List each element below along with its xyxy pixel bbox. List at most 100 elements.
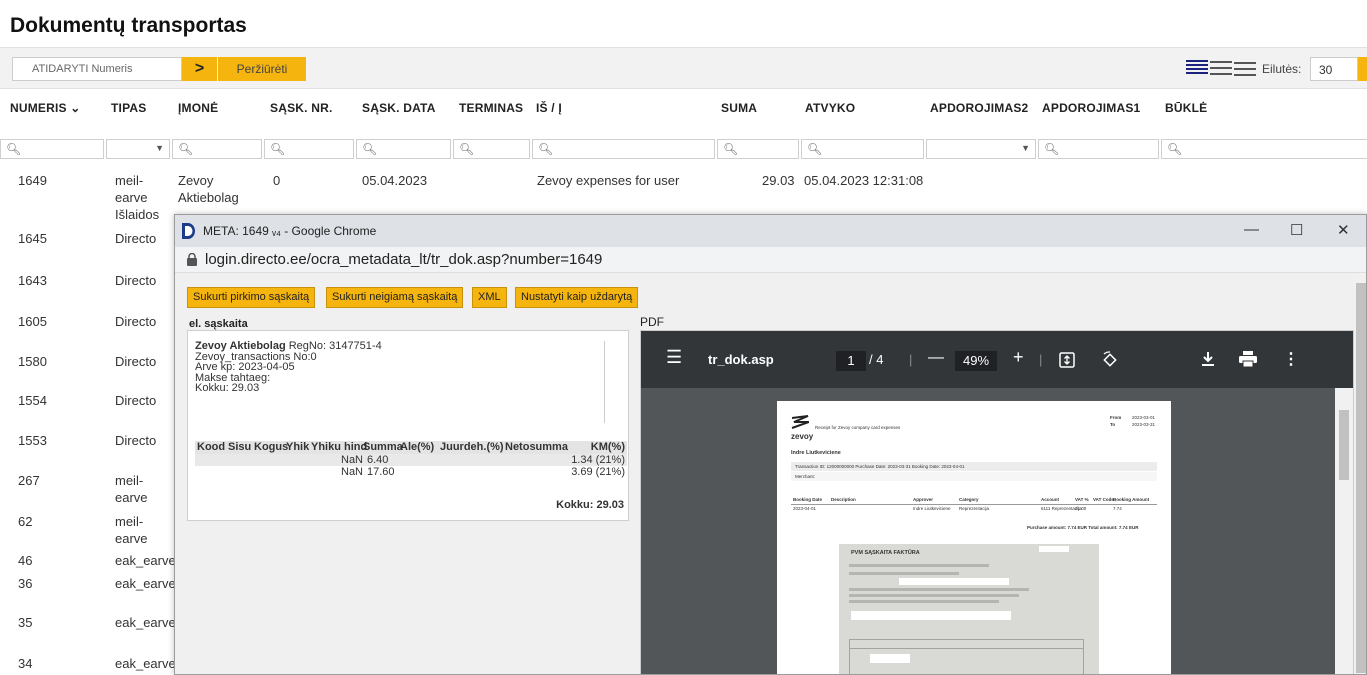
- popup-scrollbar[interactable]: [1354, 273, 1366, 674]
- cell-tipas: meil-: [115, 514, 144, 529]
- receipt-photo: PVM SĄSKAITA FAKTŪRA: [839, 544, 1099, 674]
- cell-numeris[interactable]: 267: [18, 472, 40, 489]
- cell-numeris[interactable]: 62: [18, 513, 32, 530]
- search-icon: 🔍︎: [807, 142, 823, 156]
- filter-terminas[interactable]: 🔍︎: [453, 139, 530, 159]
- filter-is-i[interactable]: 🔍︎: [532, 139, 715, 159]
- column-header-imone[interactable]: ĮMONĖ: [178, 101, 218, 115]
- items-col-summa: Summa: [363, 441, 403, 453]
- zoom-in-icon[interactable]: +: [1013, 347, 1024, 368]
- rows-apply-button[interactable]: [1358, 57, 1367, 81]
- filter-atvyko[interactable]: 🔍︎: [801, 139, 924, 159]
- page-total: / 4: [869, 352, 884, 367]
- items-col-sisu: Sisu: [228, 441, 252, 453]
- page-number-input[interactable]: 1: [836, 351, 866, 371]
- popup-content: Sukurti pirkimo sąskaitą Sukurti neigiam…: [175, 273, 1366, 674]
- fit-page-icon[interactable]: [1059, 352, 1075, 368]
- cell-numeris[interactable]: 1649: [18, 172, 47, 189]
- cell-numeris[interactable]: 1605: [18, 313, 47, 330]
- print-icon[interactable]: [1239, 351, 1257, 367]
- number-input[interactable]: ATIDARYTI Numeris: [12, 57, 182, 81]
- pdf-scrollbar-thumb[interactable]: [1339, 410, 1349, 480]
- pdf-merchant-label: Merchant:: [795, 474, 816, 479]
- pdf-td-category: Reprezentacija: [959, 506, 990, 511]
- column-header-terminas[interactable]: TERMINAS: [459, 101, 523, 115]
- column-header-bukle[interactable]: BŪKLĖ: [1165, 101, 1207, 115]
- column-header-atvyko[interactable]: ATVYKO: [805, 101, 855, 115]
- address-bar[interactable]: login.directo.ee/ocra_metadata_lt/tr_dok…: [175, 247, 1366, 273]
- items-table-header: Kood Sisu Kogus Yhik Yhiku hind Summa Al…: [195, 441, 627, 454]
- zevoy-logo-icon: [791, 415, 809, 429]
- column-header-sask-nr[interactable]: SĄSK. NR.: [270, 101, 332, 115]
- filter-imone[interactable]: 🔍︎: [172, 139, 262, 159]
- receipt-text-line: [849, 564, 989, 567]
- cell-numeris[interactable]: 1645: [18, 230, 47, 247]
- filter-sask-data[interactable]: 🔍︎: [356, 139, 451, 159]
- download-icon[interactable]: [1201, 351, 1215, 367]
- cell-numeris[interactable]: 1554: [18, 392, 47, 409]
- cell-numeris[interactable]: 1553: [18, 432, 47, 449]
- receipt-text-line: [849, 572, 959, 575]
- column-header-apdorojimas2[interactable]: APDOROJIMAS2: [930, 101, 1028, 115]
- filter-apdorojimas1[interactable]: 🔍︎: [1038, 139, 1159, 159]
- cell-numeris[interactable]: 36: [18, 575, 32, 592]
- url-text[interactable]: login.directo.ee/ocra_metadata_lt/tr_dok…: [205, 251, 602, 268]
- more-options-icon[interactable]: ⋮: [1283, 349, 1299, 369]
- medium-lines-icon[interactable]: [1210, 59, 1232, 77]
- column-header-sask-data[interactable]: SĄSK. DATA: [362, 101, 436, 115]
- popup-title-bar[interactable]: META: 1649 ᵥ₄ - Google Chrome — ☐ ✕: [175, 215, 1366, 247]
- zoom-input[interactable]: 49%: [955, 351, 997, 371]
- maximize-icon[interactable]: ☐: [1290, 221, 1303, 239]
- popup-window: META: 1649 ᵥ₄ - Google Chrome — ☐ ✕ logi…: [174, 214, 1367, 675]
- popup-scrollbar-thumb[interactable]: [1356, 283, 1366, 673]
- items-col-kood: Kood: [197, 441, 226, 453]
- create-negative-invoice-button[interactable]: Sukurti neigiamą sąskaitą: [326, 287, 464, 308]
- pdf-to-label: To: [1110, 422, 1116, 427]
- cell-imone: Zevoy: [178, 173, 214, 188]
- receipt-text-line: [849, 600, 999, 603]
- column-header-apdorojimas1[interactable]: APDOROJIMAS1: [1042, 101, 1140, 115]
- create-purchase-invoice-button[interactable]: Sukurti pirkimo sąskaitą: [187, 287, 316, 308]
- minimize-icon[interactable]: —: [1244, 221, 1259, 238]
- zoom-out-icon[interactable]: —: [928, 349, 944, 367]
- filter-apdorojimas2[interactable]: ▼: [926, 139, 1036, 159]
- dense-lines-icon[interactable]: [1186, 59, 1208, 77]
- filter-tipas[interactable]: ▼: [106, 139, 170, 159]
- filter-suma[interactable]: 🔍︎: [717, 139, 799, 159]
- rotate-icon[interactable]: [1101, 351, 1119, 369]
- xml-button[interactable]: XML: [472, 287, 507, 308]
- cell-numeris[interactable]: 1580: [18, 353, 47, 370]
- cell-numeris[interactable]: 34: [18, 655, 32, 672]
- redaction-block: [870, 654, 910, 663]
- sparse-lines-icon[interactable]: [1234, 59, 1256, 77]
- cell-atvyko: 05.04.2023 12:31:08: [804, 173, 924, 188]
- filter-numeris[interactable]: 🔍︎: [0, 139, 104, 159]
- pdf-scrollbar[interactable]: [1335, 388, 1353, 674]
- pdf-label: PDF: [640, 315, 664, 329]
- lock-icon: [187, 253, 197, 266]
- set-closed-button[interactable]: Nustatyti kaip uždarytą: [515, 287, 639, 308]
- pdf-th-approver: Approver: [913, 497, 934, 502]
- item-km: 1.34 (21%): [571, 454, 625, 466]
- filter-bukle[interactable]: 🔍︎: [1161, 139, 1367, 159]
- rows-input[interactable]: 30: [1310, 57, 1358, 81]
- separator: |: [909, 352, 913, 367]
- column-header-tipas[interactable]: TIPAS: [111, 101, 146, 115]
- column-header-suma[interactable]: SUMA: [721, 101, 757, 115]
- pdf-toolbar: ☰ tr_dok.asp 1 / 4 | — 49% + | ⋮: [641, 331, 1353, 388]
- column-header-numeris[interactable]: NUMERIS ⌄: [10, 101, 81, 115]
- column-header-is-i[interactable]: IŠ / Į: [536, 101, 562, 115]
- einvoice-label: el. sąskaita: [189, 318, 248, 330]
- popup-window-title: META: 1649 ᵥ₄ - Google Chrome: [203, 224, 377, 238]
- pdf-viewer[interactable]: ☰ tr_dok.asp 1 / 4 | — 49% + | ⋮ zevoy R…: [640, 330, 1354, 674]
- cell-numeris[interactable]: 1643: [18, 272, 47, 289]
- close-icon[interactable]: ✕: [1337, 221, 1350, 239]
- go-button[interactable]: >: [182, 57, 217, 81]
- cell-numeris[interactable]: 46: [18, 552, 32, 569]
- menu-icon[interactable]: ☰: [666, 347, 682, 368]
- cell-tipas: Directo: [115, 354, 157, 369]
- view-button[interactable]: Peržiūrėti: [218, 57, 306, 81]
- filter-sask-nr[interactable]: 🔍︎: [264, 139, 354, 159]
- cell-numeris[interactable]: 35: [18, 614, 32, 631]
- pdf-merchant-bar: [791, 472, 1157, 481]
